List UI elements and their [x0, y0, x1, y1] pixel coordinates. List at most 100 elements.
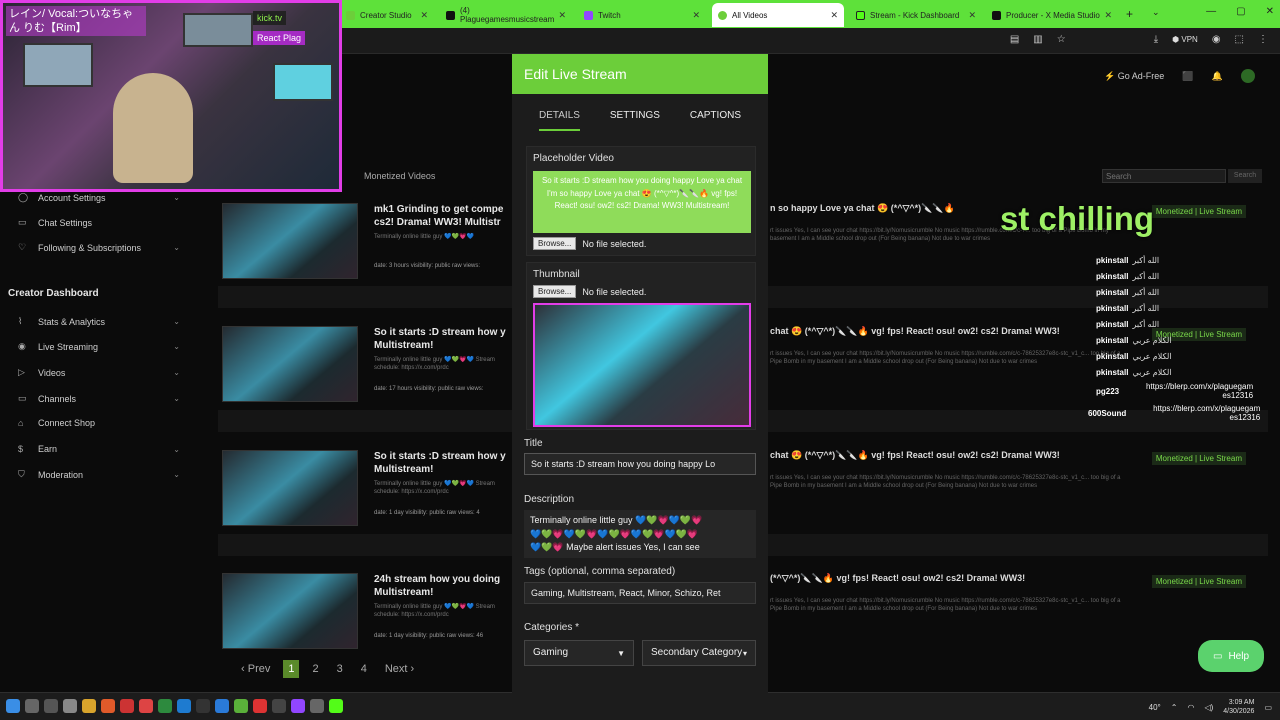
bell-icon[interactable]: 🔔 [1211, 71, 1222, 82]
close-icon[interactable]: ✕ [420, 10, 428, 21]
tab-monetized-videos[interactable]: Monetized Videos [364, 171, 435, 181]
browse-button[interactable]: Browse... [533, 237, 577, 250]
search-button[interactable]: Search [1228, 169, 1262, 183]
sidebar-item-account-settings[interactable]: ◯ Account Settings ⌄ [18, 192, 186, 203]
gamepad-icon[interactable]: ⬛ [1182, 71, 1193, 82]
app-icon[interactable] [158, 699, 172, 713]
placeholder-video-card: Placeholder Video So it starts :D stream… [526, 146, 756, 256]
sidebar-item-live-streaming[interactable]: ◉ Live Streaming ⌄ [18, 341, 186, 352]
video-thumbnail[interactable] [222, 326, 358, 402]
close-icon[interactable]: ✕ [1104, 10, 1112, 21]
bookmark-star-icon[interactable]: ☆ [1057, 34, 1066, 45]
video-title[interactable]: mk1 Grinding to get compe cs2! Drama! WW3… [374, 203, 514, 229]
menu-icon[interactable]: ⋮ [1258, 34, 1268, 45]
app-icon[interactable] [120, 699, 134, 713]
video-title[interactable]: So it starts :D stream how y Multistream! [374, 450, 514, 476]
tray-chevron-icon[interactable]: ⌃ [1171, 703, 1178, 712]
sidebar-item-connect-shop[interactable]: ⌂ Connect Shop [18, 418, 186, 428]
sidebar-item-videos[interactable]: ▷ Videos ⌄ [18, 367, 186, 378]
video-thumbnail[interactable] [222, 450, 358, 526]
category-secondary-select[interactable]: Secondary Category ▾ [642, 640, 756, 666]
search-input[interactable] [1102, 169, 1226, 183]
reader-icon[interactable]: ▤ [1010, 34, 1019, 45]
app-icon[interactable] [215, 699, 229, 713]
shop-icon: ⌂ [18, 418, 24, 428]
video-title[interactable]: 24h stream how you doing Multistream! [374, 573, 514, 599]
window-close-icon[interactable]: ✕ [1266, 6, 1274, 17]
video-thumbnail[interactable] [222, 573, 358, 649]
title-input[interactable]: So it starts :D stream how you doing hap… [524, 453, 756, 475]
clock[interactable]: 3:09 AM 4/30/2026 [1223, 698, 1254, 716]
close-icon[interactable]: ✕ [558, 10, 566, 21]
volume-icon[interactable]: ◁) [1204, 703, 1213, 712]
prev-page-button[interactable]: ‹ Prev [236, 660, 275, 678]
overlay-label: React Plag [253, 31, 306, 45]
vpn-button[interactable]: ⬢ VPN [1172, 35, 1198, 44]
tab-x-media-studio[interactable]: Producer - X Media Studio ✕ [986, 3, 1118, 27]
sidebar-item-moderation[interactable]: ⛉ Moderation ⌄ [18, 469, 186, 480]
page-1-button[interactable]: 1 [283, 660, 300, 678]
clock-time: 3:09 AM [1228, 699, 1255, 706]
tv-icon: ▭ [18, 393, 27, 403]
sidebar-item-chat-settings[interactable]: ▭ Chat Settings [18, 217, 186, 228]
video-meta: date: 1 day visibility: public raw views… [374, 510, 480, 516]
browse-button[interactable]: Browse... [533, 285, 577, 298]
tab-captions[interactable]: CAPTIONS [690, 110, 741, 131]
tab-plaguegames[interactable]: (4) Plaguegamesmusicstream ✕ [440, 3, 572, 27]
notification-icon[interactable]: ▭ [1264, 703, 1272, 712]
app-icon[interactable] [234, 699, 248, 713]
app-icon[interactable] [291, 699, 305, 713]
next-label: Next [384, 663, 408, 675]
split-view-icon[interactable]: ▥ [1033, 34, 1042, 45]
next-page-button[interactable]: Next › [380, 660, 419, 678]
description-textarea[interactable]: Terminally online little guy 💙💚💗💙💚💗 💙💚💗💙… [524, 510, 756, 558]
tab-twitch[interactable]: Twitch ✕ [578, 3, 706, 27]
folder-icon[interactable] [82, 699, 96, 713]
wifi-icon[interactable]: ◠ [1187, 703, 1194, 712]
sidebar-item-following[interactable]: ♡ Following & Subscriptions ⌄ [18, 242, 186, 253]
tab-details[interactable]: DETAILS [538, 110, 580, 131]
tags-input[interactable]: Gaming, Multistream, React, Minor, Schiz… [524, 582, 756, 604]
new-tab-icon[interactable]: + [1126, 7, 1133, 21]
tab-list-chevron-icon[interactable]: ⌄ [1152, 7, 1160, 18]
close-icon[interactable]: ✕ [830, 10, 838, 21]
minimize-icon[interactable]: — [1206, 6, 1216, 17]
app-icon[interactable] [310, 699, 324, 713]
help-button[interactable]: ▭ Help [1198, 640, 1264, 672]
close-icon[interactable]: ✕ [968, 10, 976, 21]
app-icon[interactable] [177, 699, 191, 713]
account-icon[interactable]: ◉ [1212, 34, 1221, 45]
app-icon[interactable] [139, 699, 153, 713]
search-icon[interactable] [25, 699, 39, 713]
broadcast-icon: ◉ [18, 341, 26, 351]
page-3-button[interactable]: 3 [332, 660, 348, 678]
webcam-overlay-text: レイン/ Vocal:ついなちゃん りむ【Rim】 [6, 6, 146, 36]
app-icon[interactable] [272, 699, 286, 713]
video-thumbnail[interactable] [222, 203, 358, 279]
page-4-button[interactable]: 4 [356, 660, 372, 678]
taskbar-icons [6, 699, 343, 713]
sidebar-item-earn[interactable]: $ Earn ⌄ [18, 444, 186, 454]
app-icon[interactable] [196, 699, 210, 713]
close-icon[interactable]: ✕ [692, 10, 700, 21]
sidebar-item-channels[interactable]: ▭ Channels ⌄ [18, 393, 186, 404]
sidebar-item-stats[interactable]: ⌇ Stats & Analytics ⌄ [18, 316, 186, 327]
browser-icon[interactable] [101, 699, 115, 713]
tab-all-videos[interactable]: All Videos ✕ [712, 3, 844, 27]
avatar[interactable] [1240, 69, 1255, 83]
extensions-icon[interactable]: ⬚ [1235, 34, 1244, 45]
video-title[interactable]: So it starts :D stream how y Multistream! [374, 326, 514, 352]
maximize-icon[interactable]: ▢ [1236, 6, 1245, 17]
tab-creator-studio[interactable]: Creator Studio ✕ [340, 3, 434, 27]
tab-kick-dashboard[interactable]: Stream - Kick Dashboard ✕ [850, 3, 982, 27]
start-icon[interactable] [6, 699, 20, 713]
category-primary-select[interactable]: Gaming ▼ [524, 640, 634, 666]
app-icon[interactable] [253, 699, 267, 713]
download-icon[interactable]: ⤓ [1154, 34, 1158, 45]
app-icon[interactable] [329, 699, 343, 713]
tab-settings[interactable]: SETTINGS [610, 110, 660, 131]
page-2-button[interactable]: 2 [307, 660, 323, 678]
task-view-icon[interactable] [44, 699, 58, 713]
go-ad-free-button[interactable]: ⚡ Go Ad-Free [1104, 71, 1164, 82]
app-icon[interactable] [63, 699, 77, 713]
